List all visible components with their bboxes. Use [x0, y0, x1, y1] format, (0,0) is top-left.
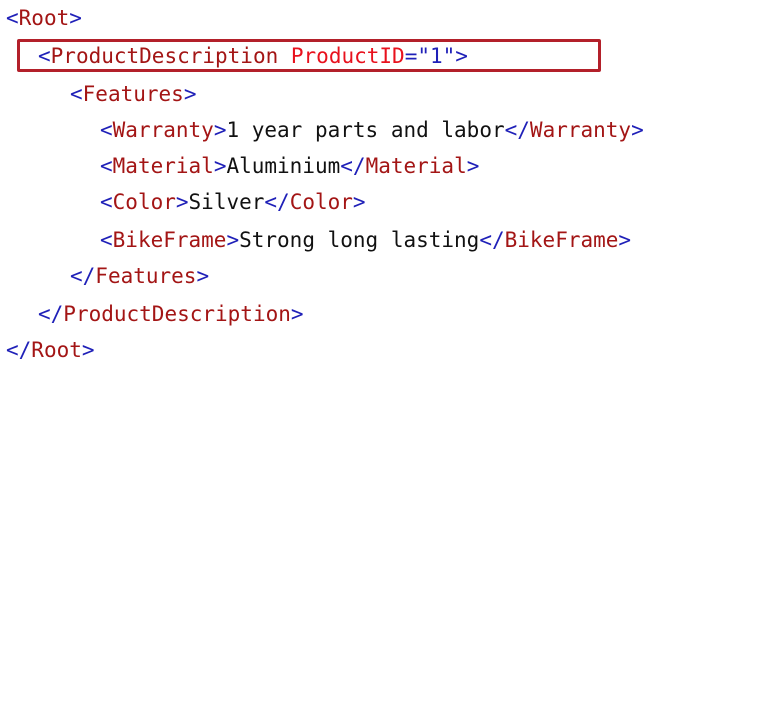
tag-name-warranty: Warranty [112, 118, 214, 142]
end-open-bracket: </ [479, 228, 505, 252]
close-bracket: > [183, 82, 197, 106]
tag-name-color: Color [112, 190, 176, 214]
close-bracket: > [290, 302, 304, 326]
root-open-line: <Root> [6, 3, 82, 34]
attribute-value-product-id: "1" [417, 44, 456, 68]
close-bracket: > [226, 228, 240, 252]
close-bracket: > [352, 190, 366, 214]
open-bracket: < [100, 118, 113, 142]
material-line: <Material>Aluminium</Material> [100, 151, 479, 182]
tag-name-product-description-close: ProductDescription [63, 302, 291, 326]
color-value: Silver [188, 190, 265, 214]
close-bracket: > [213, 154, 227, 178]
close-bracket: > [81, 338, 95, 362]
open-bracket: < [100, 228, 113, 252]
tag-name-features: Features [82, 82, 184, 106]
end-open-bracket: </ [264, 190, 290, 214]
tag-name-color-close: Color [289, 190, 353, 214]
tag-name-features-close: Features [95, 264, 197, 288]
features-open-line: <Features> [70, 79, 196, 110]
xml-code-view: <Root> <ProductDescription ProductID="1"… [0, 0, 773, 366]
tag-name-product-description: ProductDescription [50, 44, 279, 68]
tag-name-material: Material [112, 154, 214, 178]
close-bracket: > [213, 118, 227, 142]
close-bracket: > [618, 228, 632, 252]
tag-name-material-close: Material [365, 154, 467, 178]
tag-name-warranty-close: Warranty [529, 118, 632, 142]
product-description-open-line: <ProductDescription ProductID="1"> [38, 41, 468, 72]
bikeframe-line: <BikeFrame>Strong long lasting</BikeFram… [100, 225, 631, 256]
open-bracket: < [100, 190, 113, 214]
end-open-bracket: </ [6, 338, 32, 362]
open-bracket: < [100, 154, 113, 178]
tag-name-bikeframe-close: BikeFrame [504, 228, 619, 252]
material-value: Aluminium [226, 154, 341, 178]
warranty-line: <Warranty>1 year parts and labor</Warran… [100, 115, 644, 146]
bikeframe-value: Strong long lasting [239, 228, 480, 252]
tag-name-bikeframe: BikeFrame [112, 228, 227, 252]
attribute-name-product-id: ProductID [290, 44, 405, 68]
tag-name-root: Root [18, 6, 70, 30]
open-bracket: < [38, 44, 51, 68]
tag-name-root-close: Root [31, 338, 82, 362]
open-bracket: < [70, 82, 83, 106]
close-bracket: > [175, 190, 189, 214]
end-open-bracket: </ [340, 154, 366, 178]
end-open-bracket: </ [70, 264, 96, 288]
product-description-close-line: </ProductDescription> [38, 299, 304, 330]
close-bracket: > [631, 118, 644, 142]
close-bracket: > [196, 264, 210, 288]
color-line: <Color>Silver</Color> [100, 187, 366, 218]
warranty-value: 1 year parts and labor [226, 118, 505, 142]
close-bracket: > [69, 6, 82, 30]
close-bracket: > [466, 154, 480, 178]
end-open-bracket: </ [38, 302, 64, 326]
close-bracket: > [455, 44, 468, 68]
root-close-line: </Root> [6, 335, 95, 366]
features-close-line: </Features> [70, 261, 209, 292]
attribute-equals: = [404, 44, 418, 68]
open-bracket: < [6, 6, 19, 30]
end-open-bracket: </ [504, 118, 530, 142]
